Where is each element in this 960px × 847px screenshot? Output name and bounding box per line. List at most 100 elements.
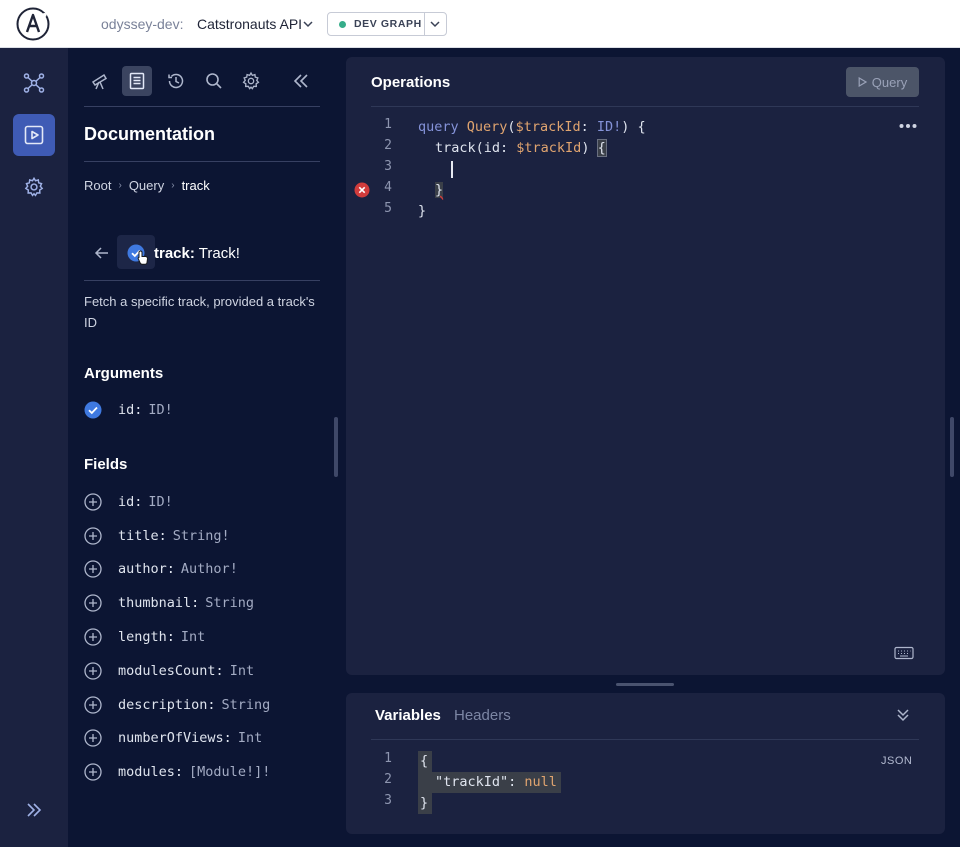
divider [371, 106, 919, 107]
field-row[interactable]: length: Int [84, 627, 205, 647]
argument-row[interactable]: id: ID! [84, 400, 173, 420]
divider [84, 280, 320, 281]
operations-scrollbar[interactable] [950, 417, 954, 477]
plus-circle-icon[interactable] [84, 729, 102, 747]
tool-documentation-button[interactable] [122, 66, 152, 96]
graph-selector[interactable]: Catstronauts API [197, 16, 302, 32]
field-name: title [118, 528, 159, 544]
tool-search-button[interactable] [199, 66, 229, 96]
run-query-button[interactable]: Query [846, 67, 919, 97]
tab-headers[interactable]: Headers [454, 707, 511, 724]
field-type[interactable]: String [205, 595, 254, 611]
plus-circle-icon[interactable] [84, 662, 102, 680]
schema-graph-icon [23, 73, 45, 93]
breadcrumb-query[interactable]: Query [129, 178, 164, 193]
field-type[interactable]: Int [181, 629, 205, 645]
code-type: ID! [596, 119, 622, 135]
plus-circle-icon[interactable] [84, 560, 102, 578]
pointer-cursor-icon [137, 250, 149, 265]
code-brace-error: } [435, 182, 444, 198]
field-type[interactable]: Int [230, 663, 254, 679]
field-row[interactable]: thumbnail: String [84, 593, 254, 613]
json-key: "trackId" [435, 774, 509, 790]
json-value: null [524, 774, 557, 790]
rail-explorer-button[interactable] [13, 114, 55, 156]
tool-history-button[interactable] [161, 66, 191, 96]
plus-circle-icon[interactable] [84, 493, 102, 511]
field-row[interactable]: author: Author! [84, 559, 238, 579]
field-row[interactable]: modules: [Module!]! [84, 762, 270, 782]
colon: : [174, 764, 184, 780]
field-select-toggle[interactable] [117, 235, 155, 269]
arguments-heading: Arguments [84, 365, 164, 382]
field-type[interactable]: Track! [199, 245, 240, 262]
code-line: { [418, 751, 433, 772]
top-bar: odyssey-dev: Catstronauts API DEV GRAPH [0, 0, 960, 48]
line-number: 1 [384, 117, 392, 132]
rail-settings-button[interactable] [13, 166, 55, 208]
field-type[interactable]: ID! [148, 494, 172, 510]
plus-circle-icon[interactable] [84, 628, 102, 646]
text-cursor [451, 161, 453, 178]
error-x-icon[interactable] [354, 182, 370, 198]
panel-resize-handle[interactable] [616, 683, 674, 686]
field-row[interactable]: description: String [84, 695, 270, 715]
document-icon [129, 72, 145, 90]
breadcrumb-root[interactable]: Root [84, 178, 111, 193]
back-arrow-icon[interactable] [94, 245, 110, 261]
line-number: 5 [384, 201, 392, 216]
tool-explorer-button[interactable] [85, 66, 115, 96]
colon: : [158, 528, 167, 544]
line-number: 3 [384, 793, 392, 808]
colon: : [207, 697, 216, 713]
chevron-down-icon[interactable] [429, 18, 441, 30]
check-circle-icon[interactable] [84, 401, 102, 419]
plus-circle-icon[interactable] [84, 696, 102, 714]
keyboard-icon[interactable] [894, 646, 914, 660]
code-variable: $trackId [515, 119, 581, 135]
code-punctuation: (id: [475, 140, 517, 156]
field-type[interactable]: String! [173, 528, 230, 544]
docs-scrollbar[interactable] [334, 417, 338, 477]
field-name: length [118, 629, 167, 645]
left-nav-rail [0, 48, 68, 847]
code-line: } [418, 793, 433, 814]
code-line: track(id: $trackId) { [435, 138, 607, 159]
code-punctuation: : [580, 119, 597, 135]
field-name: track: [154, 245, 195, 262]
colon: : [223, 730, 232, 746]
line-number: 3 [384, 159, 392, 174]
colon: : [134, 494, 143, 510]
plus-circle-icon[interactable] [84, 594, 102, 612]
field-row[interactable]: modulesCount: Int [84, 661, 254, 681]
tool-settings-button[interactable] [236, 66, 266, 96]
rail-schema-button[interactable] [13, 62, 55, 104]
chevron-down-icon[interactable] [302, 18, 314, 30]
field-row[interactable]: id: ID! [84, 492, 173, 512]
operations-title: Operations [371, 74, 451, 91]
apollo-logo-icon[interactable] [16, 7, 50, 41]
code-line: } [418, 201, 426, 222]
field-row[interactable]: numberOfViews: Int [84, 728, 262, 748]
variant-selector[interactable]: DEV GRAPH [327, 12, 447, 36]
code-punctuation: } [418, 203, 427, 219]
double-chevron-right-icon[interactable] [24, 800, 44, 820]
collapse-panel-button[interactable] [286, 66, 316, 96]
plus-circle-icon[interactable] [84, 527, 102, 545]
chevron-right-icon: › [171, 180, 175, 191]
field-type[interactable]: [Module!]! [189, 764, 270, 780]
line-number: 1 [384, 751, 392, 766]
line-number: 2 [384, 138, 392, 153]
colon: : [166, 561, 175, 577]
field-row[interactable]: title: String! [84, 526, 230, 546]
field-type[interactable]: Int [238, 730, 262, 746]
plus-circle-icon[interactable] [84, 763, 102, 781]
field-type[interactable]: Author! [181, 561, 238, 577]
field-type[interactable]: String [222, 697, 271, 713]
tab-variables[interactable]: Variables [375, 707, 441, 724]
double-chevron-down-icon[interactable] [895, 707, 911, 723]
field-name: numberOfViews [118, 730, 224, 746]
more-options-icon[interactable] [898, 119, 918, 133]
code-punctuation: ( [507, 119, 516, 135]
argument-type[interactable]: ID! [148, 402, 172, 418]
